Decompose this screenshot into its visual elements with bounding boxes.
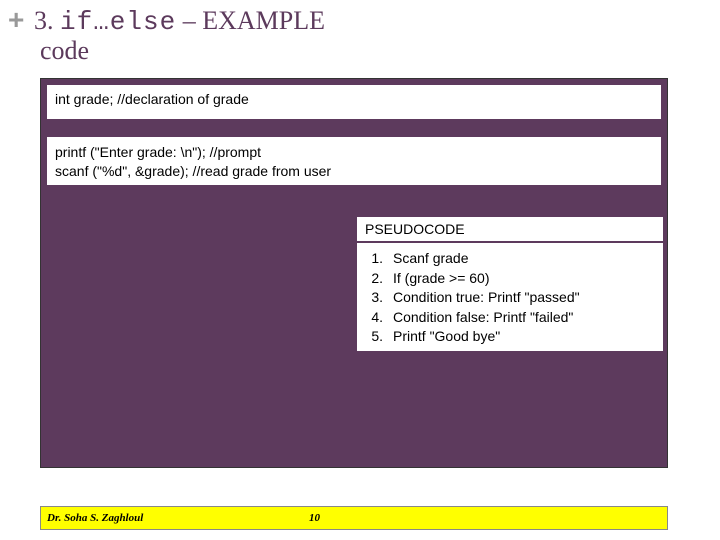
code-container: int grade; //declaration of grade printf… xyxy=(40,78,668,468)
pseudo-num: 4. xyxy=(365,308,383,328)
pseudo-num: 5. xyxy=(365,327,383,347)
title-prefix: 3. xyxy=(34,6,60,35)
pseudo-text: Condition true: Printf "passed" xyxy=(393,288,580,308)
pseudocode-body: 1. Scanf grade 2. If (grade >= 60) 3. Co… xyxy=(357,243,663,351)
pseudo-item: 1. Scanf grade xyxy=(365,249,655,269)
pseudo-text: Condition false: Printf "failed" xyxy=(393,308,573,328)
pseudo-text: Scanf grade xyxy=(393,249,469,269)
pseudo-item: 4. Condition false: Printf "failed" xyxy=(365,308,655,328)
pseudo-num: 2. xyxy=(365,269,383,289)
pseudo-text: If (grade >= 60) xyxy=(393,269,490,289)
slide-title: 3. if…else – EXAMPLE xyxy=(34,6,325,37)
footer-author: Dr. Soha S. Zaghloul xyxy=(41,512,143,524)
code-line-scanf: scanf ("%d", &grade); //read grade from … xyxy=(55,162,653,181)
pseudo-item: 3. Condition true: Printf "passed" xyxy=(365,288,655,308)
footer-page-number: 10 xyxy=(309,512,320,524)
pseudo-text: Printf "Good bye" xyxy=(393,327,500,347)
title-mono: if…else xyxy=(60,7,176,37)
footer-bar: Dr. Soha S. Zaghloul 10 xyxy=(40,506,668,530)
pseudo-item: 5. Printf "Good bye" xyxy=(365,327,655,347)
pseudocode-heading-box: PSEUDOCODE xyxy=(357,217,663,241)
slide-subtitle: code xyxy=(40,36,89,66)
plus-icon: + xyxy=(8,4,24,36)
code-declaration-box: int grade; //declaration of grade xyxy=(47,85,661,119)
pseudo-num: 3. xyxy=(365,288,383,308)
code-io-box: printf ("Enter grade: \n"); //prompt sca… xyxy=(47,137,661,185)
pseudo-num: 1. xyxy=(365,249,383,269)
code-line-declaration: int grade; //declaration of grade xyxy=(55,91,249,107)
title-suffix: – EXAMPLE xyxy=(176,6,325,35)
pseudocode-heading: PSEUDOCODE xyxy=(365,221,465,237)
code-line-printf: printf ("Enter grade: \n"); //prompt xyxy=(55,143,653,162)
pseudo-item: 2. If (grade >= 60) xyxy=(365,269,655,289)
